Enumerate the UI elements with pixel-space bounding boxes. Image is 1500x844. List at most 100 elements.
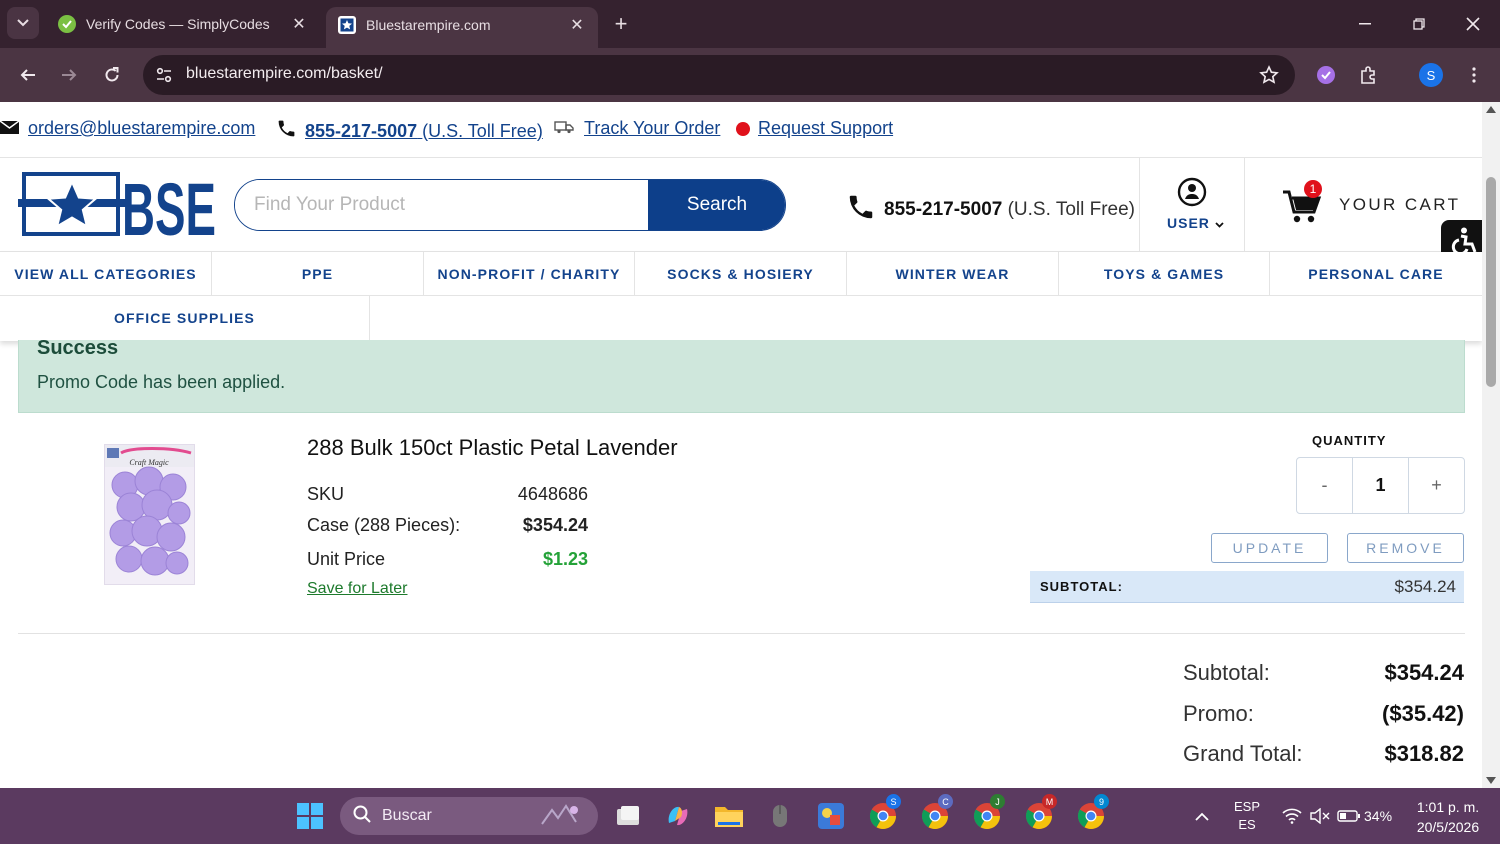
input-language[interactable]: ESP ES [1230,798,1264,834]
phone-link[interactable]: 855-217-5007 (U.S. Toll Free) [305,121,543,142]
alert-heading: Success [37,337,119,359]
windows-start-icon[interactable] [294,800,326,832]
close-window-icon[interactable] [1446,0,1500,48]
quantity-increment-button[interactable]: + [1409,458,1464,513]
keyboard-layout: ES [1238,817,1256,832]
category-ppe[interactable]: PPE [212,252,424,296]
phone-note: (U.S. Toll Free) [422,120,543,141]
scroll-up-icon[interactable] [1486,106,1496,113]
category-socks-hosiery[interactable]: SOCKS & HOSIERY [635,252,847,296]
copilot-icon[interactable] [662,800,694,832]
item-subtotal-bar: SUBTOTAL: $354.24 [1030,571,1464,603]
category-office-supplies[interactable]: OFFICE SUPPLIES [0,296,370,340]
category-personal-care[interactable]: PERSONAL CARE [1270,252,1482,296]
reload-icon[interactable] [96,59,128,91]
delivery-truck-icon [554,118,574,139]
scroll-down-icon[interactable] [1486,777,1496,784]
back-icon[interactable] [12,59,44,91]
product-name[interactable]: 288 Bulk 150ct Plastic Petal Lavender [307,435,678,461]
cart-button[interactable]: 1 YOUR CART [1282,180,1460,226]
category-non-profit[interactable]: NON-PROFIT / CHARITY [424,252,635,296]
unit-price: $1.23 [542,549,588,569]
chrome-badge: J [990,794,1005,809]
chrome-profile-j-icon[interactable]: J [971,794,1005,832]
save-for-later-link[interactable]: Save for Later [307,580,408,598]
task-view-icon[interactable] [612,800,644,832]
chrome-badge: C [938,794,953,809]
product-image[interactable]: Craft Magic [104,444,195,585]
mouse-app-icon[interactable] [764,800,796,832]
chrome-profile-s-icon[interactable]: S [867,794,901,832]
show-hidden-icons-chevron-up-icon[interactable] [1186,800,1218,832]
chrome-profile-9-icon[interactable]: 9 [1075,794,1109,832]
simplycodes-favicon-icon [58,15,76,33]
user-label: USER [1167,215,1224,231]
clock[interactable]: 1:01 p. m. 20/5/2026 [1408,797,1488,837]
logo-text: BSE [122,172,216,238]
url-text: bluestarempire.com/basket/ [186,65,383,82]
tab-simplycodes[interactable]: Verify Codes — SimplyCodes ✕ [46,7,320,41]
taskbar: Buscar S C J M 9 ESP ES 34% 1:01 p. m. 2… [0,788,1500,844]
chrome-badge: 9 [1094,794,1109,809]
user-menu[interactable]: USER [1139,158,1245,252]
taskbar-search-label: Buscar [382,807,432,824]
extension-simplycodes-icon[interactable] [1311,60,1341,90]
red-dot-icon [736,121,750,136]
request-support-link[interactable]: Request Support [758,118,893,139]
remove-button[interactable]: REMOVE [1347,533,1464,563]
chrome-badge: M [1042,794,1057,809]
extensions-puzzle-icon[interactable] [1354,60,1384,90]
forward-icon[interactable] [53,59,85,91]
request-support: Request Support [736,118,893,139]
item-subtotal-label: SUBTOTAL: [1040,579,1123,594]
tab-search-dropdown-icon[interactable] [7,7,39,39]
file-explorer-icon[interactable] [713,800,745,832]
close-tab-icon[interactable]: ✕ [290,15,308,33]
address-bar[interactable]: bluestarempire.com/basket/ [143,55,1295,95]
profile-avatar[interactable]: S [1416,60,1446,90]
email-contact: orders@bluestarempire.com [0,118,255,139]
search-button[interactable]: Search [648,180,785,230]
minimize-icon[interactable] [1338,0,1392,48]
search-input[interactable] [235,180,649,230]
image-brand-text: Craft Magic [129,458,169,467]
category-toys-games[interactable]: TOYS & GAMES [1059,252,1270,296]
clock-date: 20/5/2026 [1416,819,1480,835]
divider [18,633,1465,634]
quantity-label: QUANTITY [1312,433,1387,448]
game-app-icon[interactable] [815,800,847,832]
browser-menu-icon[interactable] [1459,60,1489,90]
header-phone[interactable]: 855-217-5007 (U.S. Toll Free) [846,192,1135,228]
subtotal-value: $354.24 [1384,660,1464,685]
top-contact-bar: orders@bluestarempire.com 855-217-5007 (… [0,102,1482,158]
chrome-profile-c-icon[interactable]: C [919,794,953,832]
close-tab-icon[interactable]: ✕ [568,16,586,34]
phone-icon [276,118,297,144]
category-winter-wear[interactable]: WINTER WEAR [847,252,1059,296]
new-tab-icon[interactable]: + [606,10,636,38]
page-scrollbar[interactable] [1482,102,1500,788]
quantity-decrement-button[interactable]: - [1297,458,1352,513]
site-info-icon[interactable] [155,66,173,89]
quantity-input[interactable]: 1 [1352,458,1409,513]
chrome-profile-m-icon[interactable]: M [1023,794,1057,832]
success-alert: Success Promo Code has been applied. [18,337,1465,413]
tab-bluestarempire[interactable]: Bluestarempire.com ✕ [326,7,598,48]
battery-icon[interactable] [1334,800,1364,832]
category-nav: VIEW ALL CATEGORIES PPE NON-PROFIT / CHA… [0,252,1482,341]
email-link[interactable]: orders@bluestarempire.com [28,118,255,139]
taskbar-search[interactable]: Buscar [340,797,598,835]
scrollbar-thumb[interactable] [1486,177,1496,387]
search-highlight-icon [538,804,584,833]
language-code: ESP [1233,799,1260,814]
web-page: orders@bluestarempire.com 855-217-5007 (… [0,102,1482,788]
update-button[interactable]: UPDATE [1211,533,1328,563]
bse-logo[interactable]: BSE [18,168,218,251]
restore-icon[interactable] [1392,0,1446,48]
grand-total-label: Grand Total: [1183,741,1303,766]
category-view-all[interactable]: VIEW ALL CATEGORIES [0,252,212,296]
volume-muted-icon[interactable] [1304,800,1336,832]
bookmark-star-icon[interactable] [1259,65,1279,90]
track-order-link[interactable]: Track Your Order [584,118,720,139]
user-label-text: USER [1167,215,1210,231]
